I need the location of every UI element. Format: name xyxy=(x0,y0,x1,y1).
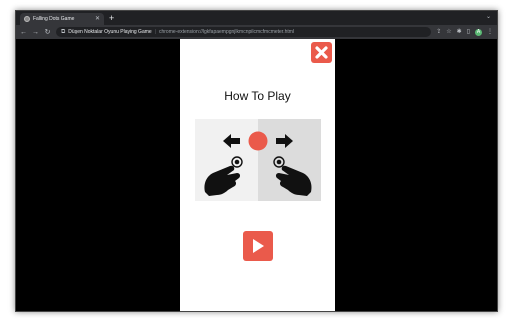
browser-window: Falling Dots Game ✕ + ⌄ ← → ↻ ⧉ Düşen No… xyxy=(15,10,498,312)
address-bar[interactable]: ⧉ Düşen Noktalar Oyunu Playing Game | ch… xyxy=(56,27,432,37)
left-hand-tap-icon xyxy=(204,156,243,196)
right-arrow-icon xyxy=(276,134,293,148)
profile-avatar[interactable]: A xyxy=(475,28,482,36)
play-triangle-icon xyxy=(253,239,264,253)
how-to-play-title: How To Play xyxy=(224,89,291,103)
left-arrow-icon xyxy=(223,134,240,148)
tab-favicon-icon xyxy=(24,16,30,22)
forward-arrow-icon[interactable]: → xyxy=(32,29,39,36)
play-button[interactable] xyxy=(243,231,273,261)
sidebar-icon[interactable]: ▯ xyxy=(467,29,470,35)
right-hand-tap-icon xyxy=(273,156,312,196)
tap-instruction-graphic xyxy=(204,131,312,196)
browser-toolbar: ← → ↻ ⧉ Düşen Noktalar Oyunu Playing Gam… xyxy=(16,25,497,39)
url-text: chrome-extension://lgkfapaempgnjlkmcnpil… xyxy=(158,29,295,35)
tab-bar: Falling Dots Game ✕ + ⌄ xyxy=(16,11,497,25)
share-icon[interactable]: ⇪ xyxy=(436,29,441,35)
close-button[interactable] xyxy=(311,42,332,63)
tab-close-icon[interactable]: ✕ xyxy=(95,16,100,22)
bookmark-star-icon[interactable]: ☆ xyxy=(446,29,451,35)
tab-falling-dots[interactable]: Falling Dots Game ✕ xyxy=(20,13,104,25)
extensions-puzzle-icon[interactable]: ✱ xyxy=(457,29,462,35)
tab-search-chevron-icon[interactable]: ⌄ xyxy=(486,13,491,20)
extension-puzzle-icon: ⧉ xyxy=(61,29,66,35)
back-arrow-icon[interactable]: ← xyxy=(20,29,27,36)
how-to-play-illustration xyxy=(195,119,321,201)
extension-name: Düşen Noktalar Oyunu Playing Game xyxy=(68,29,152,35)
red-dot-icon xyxy=(248,131,268,151)
page-viewport: How To Play xyxy=(16,39,497,311)
close-x-icon xyxy=(315,46,328,59)
tab-title: Falling Dots Game xyxy=(33,16,75,22)
reload-icon[interactable]: ↻ xyxy=(44,29,51,36)
menu-kebab-icon[interactable]: ⋮ xyxy=(487,29,493,35)
new-tab-button[interactable]: + xyxy=(109,13,114,23)
game-panel: How To Play xyxy=(180,39,335,311)
address-separator: | xyxy=(154,29,156,35)
